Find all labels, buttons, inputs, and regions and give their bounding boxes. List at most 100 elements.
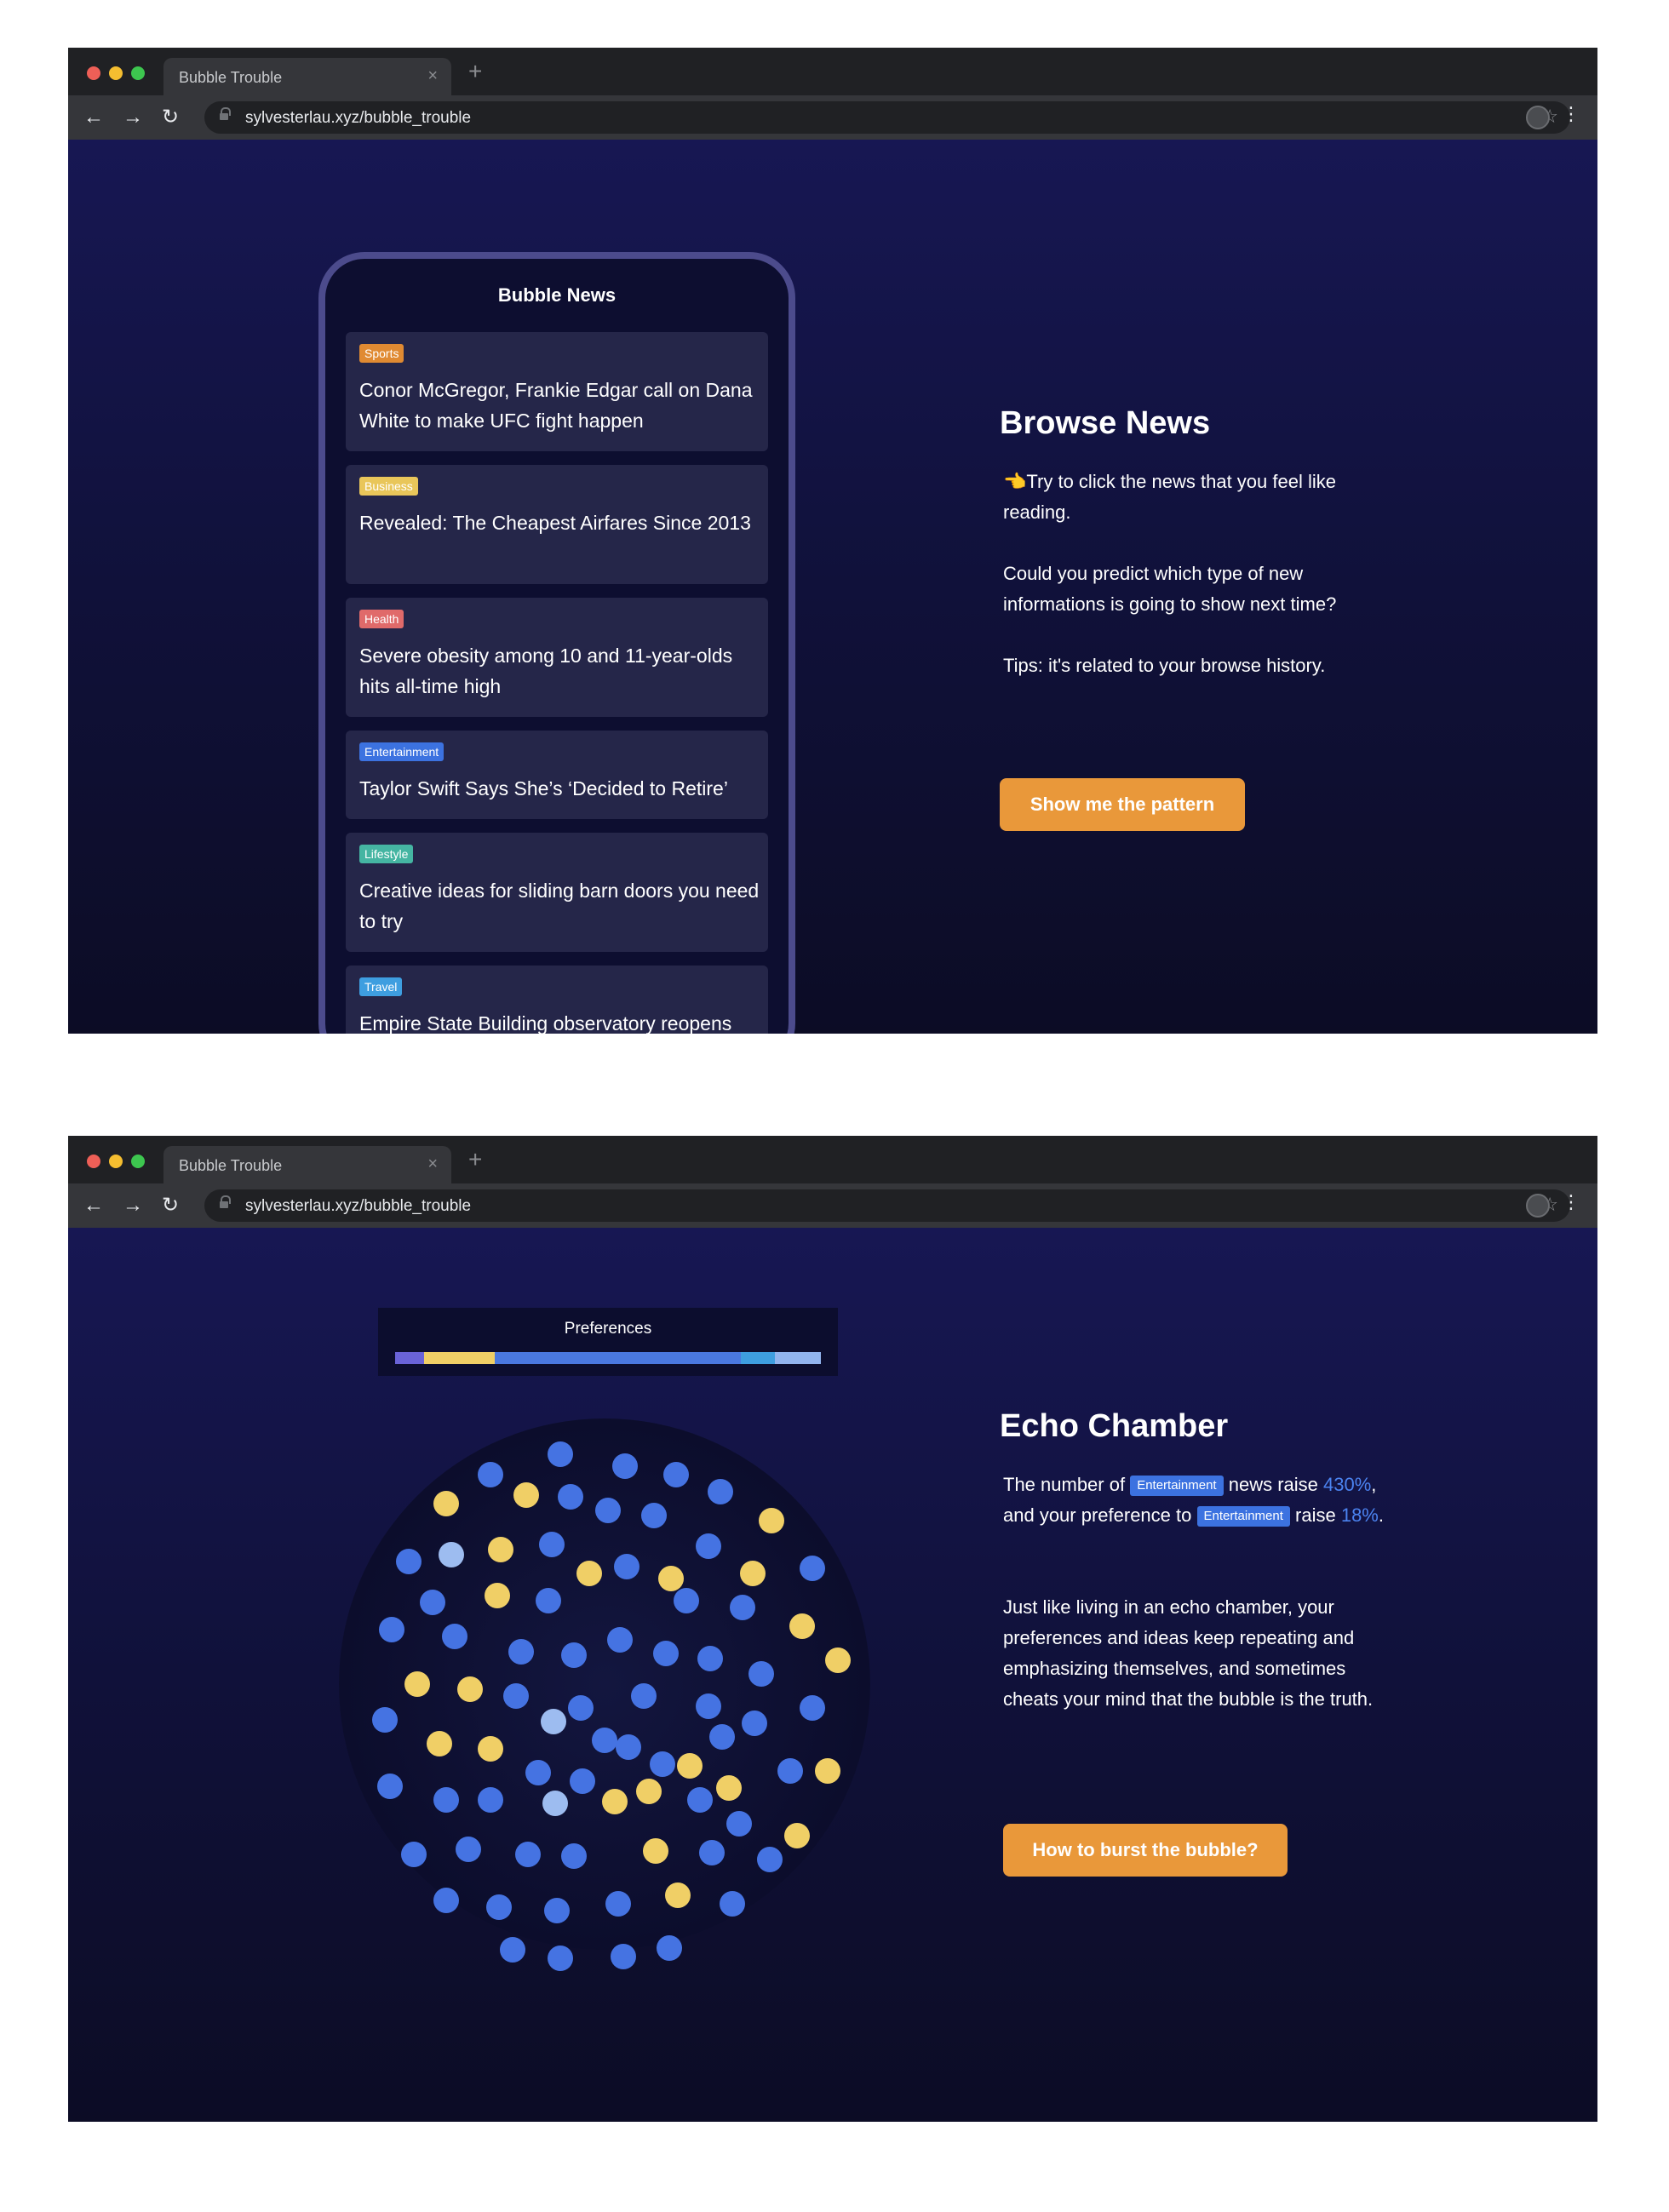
browser-window-echo-chamber: Bubble Trouble × + ← → ↻ sylvesterlau.xy… [68,1136,1597,2122]
new-tab-icon[interactable]: + [468,60,482,83]
preference-bubble [674,1588,699,1613]
preference-bubble [709,1724,735,1750]
phone-mockup: Bubble News Sports Conor McGregor, Frank… [318,252,795,1034]
news-card[interactable]: Entertainment Taylor Swift Says She’s ‘D… [346,731,768,819]
category-tag: Sports [359,344,404,363]
preference-bubble [508,1639,534,1665]
window-controls [87,1155,145,1168]
stats-text-part: The number of [1003,1474,1126,1495]
preference-segment [495,1352,741,1364]
preference-bubble [404,1671,430,1697]
category-tag: Health [359,610,404,628]
preference-bubble [658,1566,684,1591]
instruction-text: 👈Try to click the news that you feel lik… [1003,467,1378,528]
preference-segment [395,1352,424,1364]
news-headline: Taylor Swift Says She’s ‘Decided to Reti… [359,777,728,799]
new-tab-icon[interactable]: + [468,1148,482,1172]
preference-bubble [716,1775,742,1801]
window-controls [87,66,145,80]
preference-bubble [641,1503,667,1528]
preference-bubble [544,1898,570,1923]
preference-bubble [687,1787,713,1813]
preference-bubble [657,1935,682,1961]
extension-icon[interactable] [1526,1194,1550,1218]
preference-bubble [500,1937,525,1963]
stats-text-part: . [1378,1504,1384,1526]
minimize-window-button[interactable] [109,66,123,80]
preference-bubble [699,1840,725,1865]
news-headline: Severe obesity among 10 and 11-year-olds… [359,645,733,697]
address-bar[interactable]: sylvesterlau.xyz/bubble_trouble ☆ [204,1189,1570,1222]
preference-bubble [602,1789,628,1814]
preference-bubble [748,1661,774,1687]
news-card[interactable]: Health Severe obesity among 10 and 11-ye… [346,598,768,717]
pointing-hand-icon: 👈 [1003,471,1027,492]
preference-bubble [433,1888,459,1913]
browser-menu-icon[interactable]: ⋮ [1562,1193,1580,1212]
preference-bubble [433,1787,459,1813]
browser-chrome: Bubble Trouble × + ← → ↻ sylvesterlau.xy… [68,48,1597,140]
tab-close-icon[interactable]: × [427,1155,438,1174]
news-card[interactable]: Lifestyle Creative ideas for sliding bar… [346,833,768,952]
forward-arrow-icon[interactable]: → [119,104,146,131]
preference-bubble [720,1891,745,1917]
preference-bubble [433,1491,459,1516]
lock-icon [220,1195,231,1211]
forward-arrow-icon[interactable]: → [119,1192,146,1219]
back-arrow-icon[interactable]: ← [80,104,107,131]
tab-close-icon[interactable]: × [427,66,438,86]
preference-segment [740,1352,775,1364]
preference-bubble [401,1842,427,1867]
preference-bubble [631,1683,657,1709]
maximize-window-button[interactable] [131,66,145,80]
bubble-cluster [339,1418,870,1971]
browser-menu-icon[interactable]: ⋮ [1562,105,1580,123]
preference-bubble [561,1843,587,1869]
entertainment-chip: Entertainment [1196,1506,1290,1527]
preference-bubble [742,1711,767,1736]
preference-bubble [377,1774,403,1799]
news-card[interactable]: Travel Empire State Building observatory… [346,966,768,1034]
minimize-window-button[interactable] [109,1155,123,1168]
back-arrow-icon[interactable]: ← [80,1192,107,1219]
preference-bubble [536,1588,561,1613]
news-headline: Revealed: The Cheapest Airfares Since 20… [359,512,751,534]
tab-strip: Bubble Trouble × + [68,1136,1597,1183]
preference-bubble [558,1484,583,1510]
preference-bubble [427,1731,452,1756]
preference-bubble [607,1627,633,1653]
preference-bubble [503,1683,529,1709]
preference-bubble [777,1758,803,1784]
news-card[interactable]: Sports Conor McGregor, Frankie Edgar cal… [346,332,768,451]
tab-bubble-trouble[interactable]: Bubble Trouble × [163,1146,451,1183]
tab-bubble-trouble[interactable]: Bubble Trouble × [163,58,451,95]
maximize-window-button[interactable] [131,1155,145,1168]
stats-text-part: raise [1295,1504,1336,1526]
browser-window-browse-news: Bubble Trouble × + ← → ↻ sylvesterlau.xy… [68,48,1597,1034]
preference-bubble [740,1561,766,1586]
stats-text-part: news raise [1228,1474,1318,1495]
reload-icon[interactable]: ↻ [157,104,184,131]
preference-bubble [576,1561,602,1586]
news-increase-value: 430% [1323,1474,1372,1495]
browser-toolbar: ← → ↻ sylvesterlau.xyz/bubble_trouble ☆ … [68,1183,1597,1228]
preference-bubble [561,1642,587,1668]
entertainment-chip: Entertainment [1130,1476,1224,1496]
preference-bubble [789,1613,815,1639]
close-window-button[interactable] [87,1155,100,1168]
preference-bubble [677,1753,703,1779]
preference-bubble [614,1554,639,1579]
preference-bubble [456,1837,481,1862]
news-card[interactable]: Business Revealed: The Cheapest Airfares… [346,465,768,584]
address-bar[interactable]: sylvesterlau.xyz/bubble_trouble ☆ [204,101,1570,134]
preference-bubble [697,1646,723,1671]
show-pattern-button[interactable]: Show me the pattern [1000,778,1245,831]
burst-bubble-button[interactable]: How to burst the bubble? [1003,1824,1288,1877]
reload-icon[interactable]: ↻ [157,1192,184,1219]
preference-bubble [442,1624,467,1649]
tab-title: Bubble Trouble [179,69,283,86]
preference-bubble [605,1891,631,1917]
extension-icon[interactable] [1526,106,1550,129]
close-window-button[interactable] [87,66,100,80]
browser-chrome: Bubble Trouble × + ← → ↻ sylvesterlau.xy… [68,1136,1597,1228]
